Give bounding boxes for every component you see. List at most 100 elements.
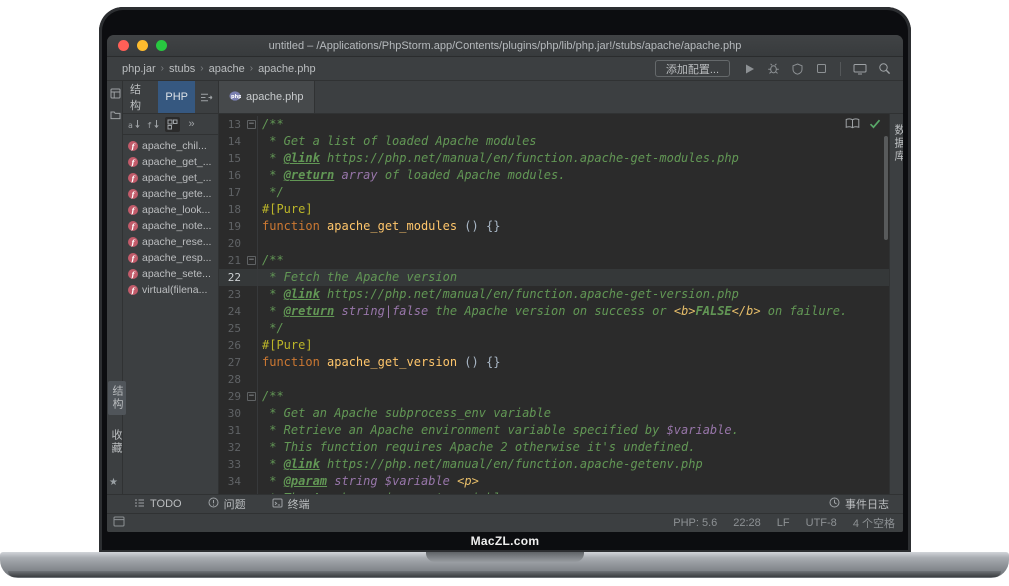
structure-item[interactable]: fapache_chil... <box>123 138 218 154</box>
code-line[interactable]: 30 * Get an Apache subprocess_env variab… <box>219 405 889 422</box>
stop-icon[interactable] <box>812 60 830 78</box>
code-line[interactable]: 15 * @link https://php.net/manual/en/fun… <box>219 150 889 167</box>
group-methods-icon[interactable] <box>165 117 180 132</box>
code-line[interactable]: 31 * Retrieve an Apache environment vari… <box>219 422 889 439</box>
line-number[interactable]: 17 <box>219 184 245 201</box>
structure-item[interactable]: fapache_resp... <box>123 250 218 266</box>
screencast-icon[interactable] <box>851 60 869 78</box>
coverage-icon[interactable] <box>788 60 806 78</box>
breadcrumb-item[interactable]: apache <box>209 63 245 75</box>
code-line[interactable]: 28 <box>219 371 889 388</box>
sort-alpha-icon[interactable]: a <box>127 117 142 132</box>
line-number[interactable]: 18 <box>219 201 245 218</box>
line-number[interactable]: 29 <box>219 388 245 405</box>
breadcrumb-item[interactable]: stubs <box>169 63 195 75</box>
encoding-widget[interactable]: UTF-8 <box>806 517 837 529</box>
reader-mode-icon[interactable] <box>845 118 860 132</box>
fold-marker[interactable]: − <box>245 116 258 133</box>
caret-position-widget[interactable]: 22:28 <box>733 517 761 529</box>
structure-item[interactable]: fapache_get_... <box>123 170 218 186</box>
project-toolwindow-icon[interactable] <box>109 87 121 99</box>
database-toolwindow-button[interactable]: 数据库 <box>891 124 903 163</box>
autoscroll-icon[interactable] <box>195 81 218 113</box>
line-number[interactable]: 25 <box>219 320 245 337</box>
line-number[interactable]: 19 <box>219 218 245 235</box>
code-line[interactable]: 21−/** <box>219 252 889 269</box>
structure-item[interactable]: fapache_sete... <box>123 266 218 282</box>
code-line[interactable]: 35 * The Apache environment variable <box>219 490 889 494</box>
inspections-ok-icon[interactable] <box>869 119 881 132</box>
breadcrumb-item[interactable]: apache.php <box>258 63 316 75</box>
search-everywhere-icon[interactable] <box>875 60 893 78</box>
terminal-toolwindow-button[interactable]: 终端 <box>272 496 310 512</box>
line-number[interactable]: 33 <box>219 456 245 473</box>
structure-item[interactable]: fapache_look... <box>123 202 218 218</box>
editor-tab-apache-php[interactable]: php apache.php <box>219 81 315 113</box>
problems-toolwindow-button[interactable]: 问题 <box>208 496 246 512</box>
close-button[interactable] <box>118 40 129 51</box>
minimize-button[interactable] <box>137 40 148 51</box>
code-line[interactable]: 32 * This function requires Apache 2 oth… <box>219 439 889 456</box>
play-icon[interactable] <box>740 60 758 78</box>
line-number[interactable]: 26 <box>219 337 245 354</box>
line-number[interactable]: 34 <box>219 473 245 490</box>
structure-item[interactable]: fapache_gete... <box>123 186 218 202</box>
line-number[interactable]: 13 <box>219 116 245 133</box>
line-number[interactable]: 15 <box>219 150 245 167</box>
line-number[interactable]: 16 <box>219 167 245 184</box>
line-number[interactable]: 27 <box>219 354 245 371</box>
code-line[interactable]: 25 */ <box>219 320 889 337</box>
tab-php[interactable]: PHP <box>158 81 195 113</box>
code-line[interactable]: 19function apache_get_modules () {} <box>219 218 889 235</box>
structure-item[interactable]: fapache_note... <box>123 218 218 234</box>
code-line[interactable]: 16 * @return array of loaded Apache modu… <box>219 167 889 184</box>
line-number[interactable]: 30 <box>219 405 245 422</box>
sort-by-kind-icon[interactable]: f <box>146 117 161 132</box>
add-configuration-button[interactable]: 添加配置... <box>655 60 730 77</box>
editor-viewport[interactable]: 13−/**14 * Get a list of loaded Apache m… <box>219 114 889 494</box>
php-version-widget[interactable]: PHP: 5.6 <box>673 517 717 529</box>
structure-item[interactable]: fapache_get_... <box>123 154 218 170</box>
editor-scrollbar-thumb[interactable] <box>884 136 888 240</box>
fold-marker[interactable]: − <box>245 388 258 405</box>
indent-widget[interactable]: 4 个空格 <box>853 515 895 531</box>
line-number[interactable]: 14 <box>219 133 245 150</box>
zoom-button[interactable] <box>156 40 167 51</box>
line-number[interactable]: 28 <box>219 371 245 388</box>
structure-toolwindow-button[interactable]: 结构 <box>108 381 126 415</box>
line-number[interactable]: 31 <box>219 422 245 439</box>
code-line[interactable]: 22 * Fetch the Apache version <box>219 269 889 286</box>
code-line[interactable]: 13−/** <box>219 116 889 133</box>
code-line[interactable]: 27function apache_get_version () {} <box>219 354 889 371</box>
more-icon[interactable]: » <box>184 117 199 132</box>
structure-item[interactable]: fapache_rese... <box>123 234 218 250</box>
code-line[interactable]: 33 * @link https://php.net/manual/en/fun… <box>219 456 889 473</box>
code-line[interactable]: 29−/** <box>219 388 889 405</box>
folder-icon[interactable] <box>109 109 121 121</box>
line-number[interactable]: 24 <box>219 303 245 320</box>
favorites-toolwindow-button[interactable]: 收藏 <box>108 429 124 455</box>
code-line[interactable]: 17 */ <box>219 184 889 201</box>
code-line[interactable]: 20 <box>219 235 889 252</box>
line-number[interactable]: 35 <box>219 490 245 494</box>
line-number[interactable]: 21 <box>219 252 245 269</box>
code-line[interactable]: 18#[Pure] <box>219 201 889 218</box>
structure-item[interactable]: fvirtual(filena... <box>123 282 218 298</box>
code-line[interactable]: 14 * Get a list of loaded Apache modules <box>219 133 889 150</box>
todo-toolwindow-button[interactable]: TODO <box>134 498 182 511</box>
line-separator-widget[interactable]: LF <box>777 517 790 529</box>
line-number[interactable]: 20 <box>219 235 245 252</box>
line-number[interactable]: 22 <box>219 269 245 286</box>
code-line[interactable]: 24 * @return string|false the Apache ver… <box>219 303 889 320</box>
debug-icon[interactable] <box>764 60 782 78</box>
event-log-button[interactable]: 事件日志 <box>829 496 889 512</box>
line-number[interactable]: 32 <box>219 439 245 456</box>
code-line[interactable]: 23 * @link https://php.net/manual/en/fun… <box>219 286 889 303</box>
line-number[interactable]: 23 <box>219 286 245 303</box>
toolwindow-toggle-icon[interactable] <box>113 516 125 530</box>
breadcrumb-item[interactable]: php.jar <box>122 63 156 75</box>
code-line[interactable]: 34 * @param string $variable <p> <box>219 473 889 490</box>
fold-marker[interactable]: − <box>245 252 258 269</box>
tab-structure[interactable]: 结构 <box>123 81 158 113</box>
code-line[interactable]: 26#[Pure] <box>219 337 889 354</box>
